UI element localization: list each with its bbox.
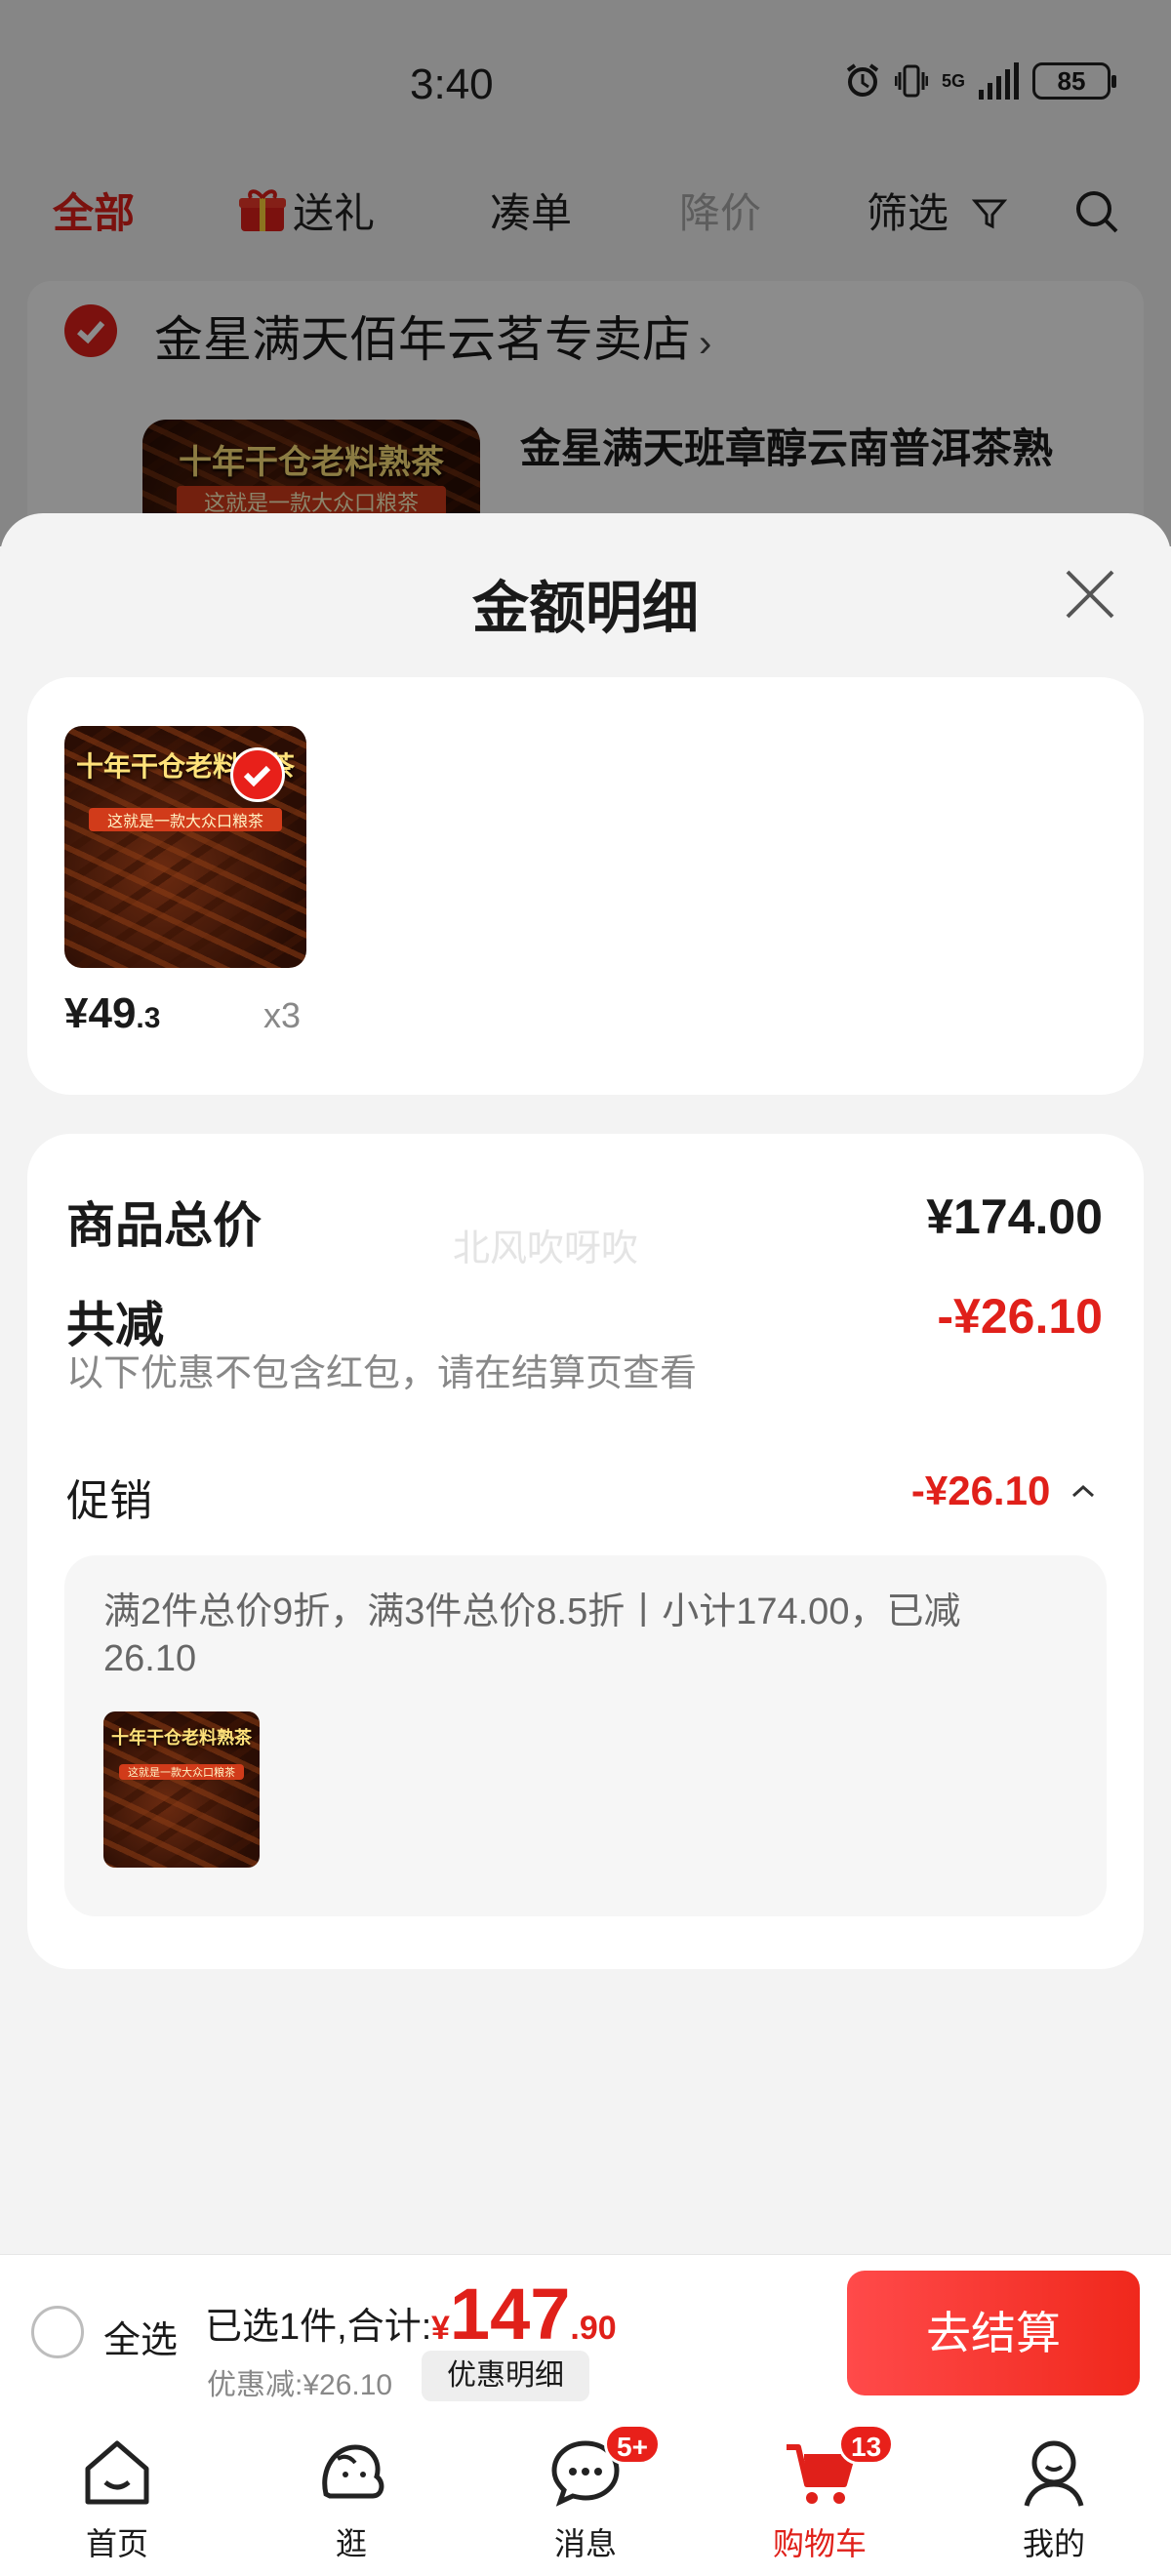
amount-detail-sheet: 金额明细 十年干仓老料熟茶 这就是一款大众口粮茶 ¥49.3 x3 商品总价 ¥1…: [0, 513, 1171, 2254]
sheet-title: 金额明细: [471, 577, 699, 640]
cart-badge: 13: [838, 2424, 895, 2465]
item-selected-check-icon: [230, 747, 285, 802]
home-icon: [85, 2440, 149, 2505]
background-page: 3:40 5G 85 全部 送礼 凑单 降价 筛选 金星满天佰年云茗专卖店 › 十…: [0, 0, 1171, 615]
reduce-value: -¥26.10: [937, 1289, 1103, 1344]
nav-messages-label: 消息: [553, 2526, 617, 2561]
nav-home-label: 首页: [85, 2526, 148, 2561]
total-amount: ¥147.90: [431, 2273, 617, 2355]
message-badge: 5+: [604, 2424, 661, 2465]
chevron-up-icon: [1071, 1484, 1095, 1498]
item-price-decimal: .3: [136, 1002, 161, 1034]
discount-detail-button[interactable]: 优惠明细: [422, 2351, 589, 2401]
watermark: 北风吹呀吹: [453, 1228, 639, 1269]
total-int: 147: [449, 2274, 571, 2355]
nav-messages[interactable]: 5+ 消息: [512, 2424, 661, 2564]
promo-image-title: 十年干仓老料熟茶: [111, 1727, 252, 1748]
promo-detail-box: 满2件总价9折，满3件总价8.5折丨小计174.00，已减26.10 十年干仓老…: [64, 1555, 1107, 1916]
item-quantity: x3: [263, 995, 302, 1035]
total-price-label: 商品总价: [66, 1198, 262, 1253]
browse-icon: [322, 2444, 384, 2499]
profile-icon: [1024, 2440, 1084, 2507]
select-all-label[interactable]: 全选: [103, 2310, 178, 2363]
items-card: 十年干仓老料熟茶 这就是一款大众口粮茶 ¥49.3 x3: [27, 677, 1144, 1095]
item-image-subtitle: 这就是一款大众口粮茶: [88, 808, 283, 832]
total-price-value: ¥174.00: [926, 1189, 1103, 1244]
nav-profile[interactable]: 我的: [981, 2434, 1127, 2564]
promo-detail-text: 满2件总价9折，满3件总价8.5折丨小计174.00，已减26.10: [103, 1591, 961, 1679]
promo-value: -¥26.10: [910, 1468, 1051, 1513]
promo-product-image[interactable]: 十年干仓老料熟茶这就是一款大众口粮茶: [103, 1711, 260, 1868]
overlay-dim[interactable]: [0, 0, 1171, 546]
nav-home[interactable]: 首页: [44, 2434, 190, 2564]
promo-image-subtitle: 这就是一款大众口粮茶: [119, 1764, 244, 1781]
nav-browse[interactable]: 逛: [278, 2434, 424, 2564]
close-icon[interactable]: [1060, 564, 1120, 624]
checkout-bar: 全选 已选1件,合计: ¥147.90 优惠减:¥26.10 优惠明细 去结算: [0, 2254, 1171, 2410]
nav-browse-label: 逛: [335, 2526, 367, 2561]
promo-toggle[interactable]: -¥26.10: [911, 1468, 1097, 1514]
nav-cart-label: 购物车: [772, 2526, 867, 2561]
price-summary-card: 商品总价 ¥174.00 北风吹呀吹 共减 -¥26.10 以下优惠不包含红包，…: [27, 1134, 1144, 1969]
select-all-radio[interactable]: [31, 2306, 84, 2358]
promo-label: 促销: [66, 1477, 152, 1525]
reduce-note: 以下优惠不包含红包，请在结算页查看: [66, 1353, 698, 1394]
item-price-main: ¥49: [64, 989, 137, 1037]
bottom-nav: 首页 逛 5+ 消息 13 购物车 我的: [0, 2410, 1171, 2576]
nav-profile-label: 我的: [1022, 2526, 1085, 2561]
item-price: ¥49.3: [64, 989, 160, 1038]
nav-cart[interactable]: 13 购物车: [747, 2424, 895, 2564]
total-dec: .90: [570, 2310, 617, 2347]
discount-text: 优惠减:¥26.10: [207, 2369, 393, 2401]
total-currency: ¥: [431, 2310, 450, 2347]
checkout-button[interactable]: 去结算: [847, 2271, 1140, 2395]
selected-count: 已选1件,合计:: [205, 2307, 432, 2348]
